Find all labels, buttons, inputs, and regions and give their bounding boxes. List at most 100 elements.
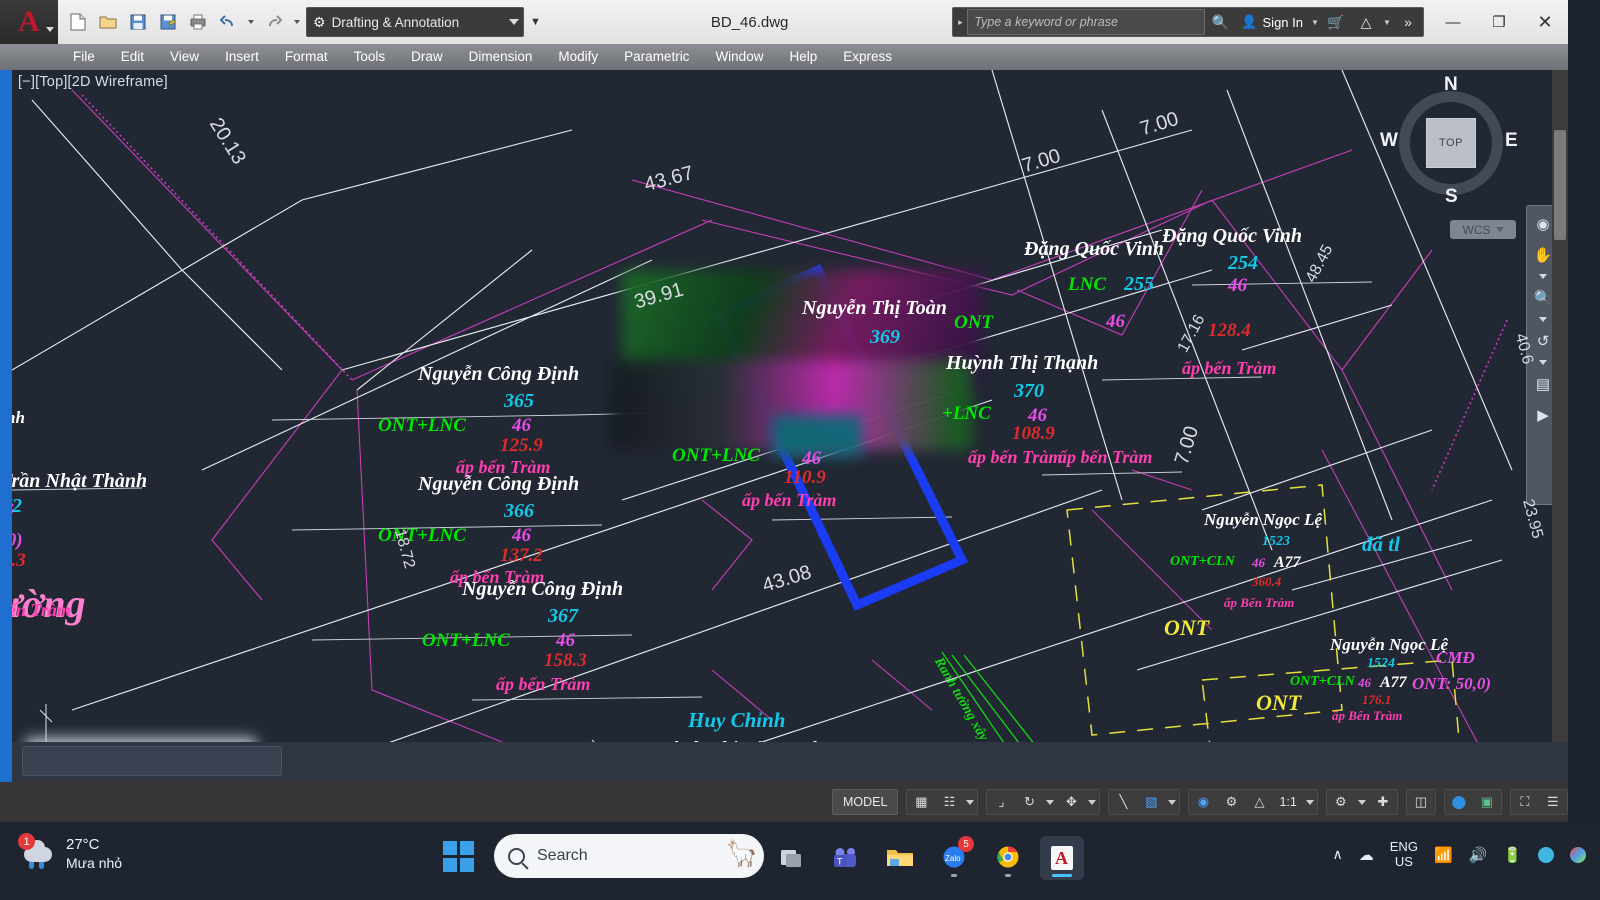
battery-icon[interactable]: 🔋	[1503, 846, 1522, 864]
clean-screen-icon[interactable]: ⛶	[1511, 790, 1539, 814]
vertical-scrollbar-thumb[interactable]	[1554, 130, 1566, 240]
lineweight-icon[interactable]: ╲	[1109, 790, 1137, 814]
view-cube-west[interactable]: W	[1380, 130, 1398, 152]
annotation-scale-icon[interactable]: △	[1245, 790, 1273, 814]
view-cube-east[interactable]: E	[1505, 130, 1518, 152]
annotation-scale-dropdown-icon[interactable]	[1303, 790, 1317, 814]
object-snap-icon[interactable]: ▧	[1137, 790, 1165, 814]
view-cube-south[interactable]: S	[1445, 186, 1458, 208]
infocenter-expand-icon[interactable]: ▸	[953, 17, 967, 28]
save-icon[interactable]	[124, 7, 152, 37]
autocad-icon[interactable]: A	[1040, 836, 1084, 880]
view-cube[interactable]: TOP N S E W	[1380, 74, 1518, 208]
chevron-down-icon-3[interactable]	[1539, 360, 1547, 365]
menu-item-format[interactable]: Format	[272, 44, 341, 70]
menu-item-parametric[interactable]: Parametric	[611, 44, 702, 70]
chevron-down-icon-2[interactable]	[1539, 317, 1547, 322]
language-indicator[interactable]: ENG US	[1390, 839, 1418, 869]
graphics-performance-icon[interactable]: ⬤	[1445, 790, 1473, 814]
menu-item-help[interactable]: Help	[776, 44, 830, 70]
parcel-denominator-365: 46	[512, 415, 531, 436]
object-snap-tracking-icon[interactable]: ✥	[1057, 790, 1085, 814]
teams-icon[interactable]: T	[824, 836, 868, 880]
save-as-icon[interactable]	[154, 7, 182, 37]
menu-item-express[interactable]: Express	[830, 44, 905, 70]
parcel-owner-369: Nguyễn Thị Toàn	[802, 297, 947, 319]
new-file-icon[interactable]	[64, 7, 92, 37]
snap-dropdown-icon[interactable]	[963, 790, 977, 814]
tray-overflow-icon[interactable]: ∧	[1333, 846, 1343, 863]
undo-icon[interactable]	[214, 7, 242, 37]
minimize-button[interactable]: —	[1430, 0, 1476, 44]
chevron-down-icon[interactable]	[509, 19, 519, 25]
sign-in-button[interactable]: 👤 Sign In	[1235, 14, 1309, 30]
hardware-acceleration-icon[interactable]: ✚	[1369, 790, 1397, 814]
onedrive-icon[interactable]: ☁	[1359, 846, 1374, 864]
customization-icon[interactable]: ☰	[1539, 790, 1567, 814]
task-view-icon[interactable]	[770, 836, 814, 880]
weather-widget[interactable]: 1 27°C Mưa nhỏ	[18, 833, 122, 872]
annotation-scale-value[interactable]: 1:1	[1273, 795, 1302, 809]
workspace-dropdown-icon[interactable]	[1355, 790, 1369, 814]
menu-item-file[interactable]: File	[60, 44, 108, 70]
isolate-group: ◫	[1405, 789, 1436, 815]
help-dropdown-icon[interactable]: ▼	[1381, 18, 1393, 27]
polar-dropdown-icon[interactable]	[1043, 790, 1057, 814]
wifi-icon[interactable]: 📶	[1434, 846, 1453, 864]
menu-item-edit[interactable]: Edit	[108, 44, 157, 70]
undo-dropdown-icon[interactable]	[244, 7, 258, 37]
grid-icon[interactable]: ▦	[907, 790, 935, 814]
menu-item-draw[interactable]: Draw	[398, 44, 456, 70]
quick-access-overflow-icon[interactable]: ▼	[530, 16, 541, 28]
vertical-scrollbar[interactable]	[1552, 70, 1568, 782]
chevron-down-icon[interactable]	[1539, 274, 1547, 279]
menu-item-modify[interactable]: Modify	[545, 44, 611, 70]
selection-cycling-icon[interactable]: ▣	[1473, 790, 1501, 814]
ucs-selector[interactable]: WCS	[1450, 220, 1516, 239]
plot-icon[interactable]	[184, 7, 212, 37]
workspace-selector[interactable]: ⚙ Drafting & Annotation	[306, 7, 524, 37]
workspace-switch-icon[interactable]: ⚙	[1327, 790, 1355, 814]
start-button[interactable]	[436, 834, 480, 878]
zalo-icon[interactable]: Zalo 5	[932, 836, 976, 880]
menu-item-insert[interactable]: Insert	[212, 44, 272, 70]
tray-app-icon-blue[interactable]	[1538, 846, 1554, 863]
autodesk-store-cart-icon[interactable]: 🛒	[1321, 14, 1351, 31]
osnap-track-dropdown-icon[interactable]	[1085, 790, 1099, 814]
command-line-input[interactable]	[22, 746, 282, 776]
isolate-objects-icon[interactable]: ◫	[1407, 790, 1435, 814]
search-input[interactable]: Type a keyword or phrase	[967, 9, 1206, 35]
view-cube-top-face[interactable]: TOP	[1426, 118, 1476, 168]
snap-icon[interactable]: ☷	[935, 790, 963, 814]
autodesk-app-icon[interactable]: △	[1351, 14, 1381, 31]
menu-item-window[interactable]: Window	[702, 44, 776, 70]
redo-dropdown-icon[interactable]	[290, 7, 304, 37]
sign-in-dropdown-icon[interactable]: ▼	[1309, 18, 1321, 27]
infocenter-more-icon[interactable]: »	[1393, 14, 1423, 30]
autocad-app-menu-button[interactable]: A	[0, 0, 58, 44]
annotation-autoscale-icon[interactable]: ⚙	[1217, 790, 1245, 814]
maximize-button[interactable]: ❐	[1476, 0, 1522, 44]
object-snap-dropdown-icon[interactable]	[1165, 790, 1179, 814]
screen-group: ⛶ ☰	[1509, 789, 1568, 815]
volume-icon[interactable]: 🔊	[1469, 846, 1488, 864]
tray-app-icon-color[interactable]	[1570, 846, 1586, 863]
menu-item-tools[interactable]: Tools	[341, 44, 399, 70]
chrome-icon[interactable]	[986, 836, 1030, 880]
close-button[interactable]: ✕	[1522, 0, 1568, 44]
ortho-icon[interactable]: ⌟	[987, 790, 1015, 814]
view-cube-north[interactable]: N	[1444, 74, 1458, 96]
parcel-area-367: 158.3	[544, 650, 587, 671]
chevron-down-icon[interactable]	[1495, 227, 1504, 232]
taskbar-search-box[interactable]: Search 🦙	[494, 834, 764, 878]
menu-item-dimension[interactable]: Dimension	[456, 44, 546, 70]
polar-tracking-icon[interactable]: ↻	[1015, 790, 1043, 814]
file-explorer-icon[interactable]	[878, 836, 922, 880]
drawing-canvas[interactable]: [−][Top][2D Wireframe] h Trần Nhật Thành…	[12, 70, 1568, 782]
redo-icon[interactable]	[260, 7, 288, 37]
open-folder-icon[interactable]	[94, 7, 122, 37]
search-binoculars-icon[interactable]: 🔍	[1205, 14, 1235, 31]
annotation-visibility-icon[interactable]: ◉	[1189, 790, 1217, 814]
model-space-tab[interactable]: MODEL	[832, 789, 899, 815]
menu-item-view[interactable]: View	[157, 44, 212, 70]
